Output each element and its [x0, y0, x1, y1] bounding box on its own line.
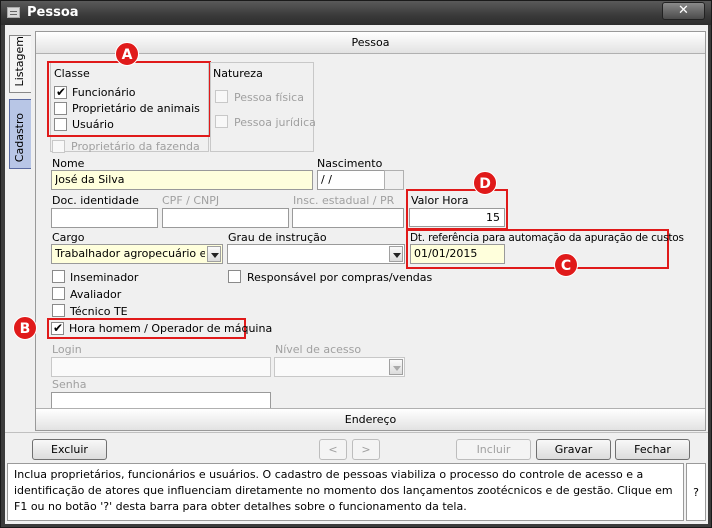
login-input[interactable] [51, 357, 271, 377]
insc-estadual-label: Insc. estadual / PR [293, 194, 395, 207]
callout-b: B [13, 316, 37, 340]
previous-button[interactable]: < [319, 439, 347, 460]
dt-referencia-input[interactable]: 01/01/2015 [410, 244, 505, 264]
cargo-value: Trabalhador agropecuário em g [55, 247, 205, 260]
window-client: Listagem Cadastro Pessoa Classe ✔ Funcio… [5, 25, 708, 524]
calendar-button[interactable] [384, 170, 404, 190]
separator [5, 432, 708, 433]
cargo-label: Cargo [52, 231, 85, 244]
nascimento-label: Nascimento [317, 157, 383, 170]
responsavel-compras-label: Responsável por compras/vendas [247, 271, 433, 284]
insc-estadual-input[interactable] [292, 208, 404, 228]
grau-instrucao-select[interactable] [227, 244, 405, 264]
senha-label: Senha [52, 378, 87, 391]
pessoa-juridica-checkbox[interactable] [215, 115, 228, 128]
nascimento-value: / / [321, 173, 332, 186]
fechar-button[interactable]: Fechar [615, 439, 690, 460]
callout-c: C [554, 253, 578, 277]
natureza-title: Natureza [213, 67, 263, 80]
incluir-button[interactable]: Incluir [456, 439, 531, 460]
help-text: Inclua proprietários, funcionários e usu… [7, 463, 684, 521]
cargo-dropdown-icon[interactable] [207, 246, 221, 262]
pessoa-juridica-label: Pessoa jurídica [234, 116, 316, 129]
window-icon [7, 7, 20, 18]
excluir-button[interactable]: Excluir [32, 439, 107, 460]
nivel-acesso-select[interactable] [274, 357, 405, 377]
hora-homem-checkbox[interactable]: ✔ [51, 321, 64, 335]
avaliador-label: Avaliador [70, 288, 122, 301]
valor-hora-label: Valor Hora [411, 194, 469, 207]
highlight-a [47, 61, 211, 137]
pessoa-panel: Pessoa Classe ✔ Funcionário Proprietário… [13, 31, 706, 431]
valor-hora-input[interactable]: 15 [409, 208, 505, 227]
grau-dropdown-icon[interactable] [389, 246, 403, 262]
avaliador-checkbox[interactable] [52, 287, 65, 300]
pessoa-window: Pessoa ✕ Listagem Cadastro Pessoa Classe… [0, 0, 712, 528]
login-label: Login [52, 343, 82, 356]
pessoa-fisica-checkbox[interactable] [215, 90, 228, 103]
cpf-cnpj-input[interactable] [162, 208, 289, 228]
close-button[interactable]: ✕ [662, 2, 705, 20]
tab-cadastro[interactable]: Cadastro [9, 99, 31, 169]
nome-value: José da Silva [55, 173, 125, 186]
tab-listagem-label: Listagem [13, 35, 26, 86]
tab-cadastro-label: Cadastro [13, 112, 26, 162]
next-button[interactable]: > [352, 439, 380, 460]
nivel-dropdown-icon[interactable] [389, 359, 403, 375]
inseminador-label: Inseminador [70, 271, 139, 284]
form-area: Classe ✔ Funcionário Proprietário de ani… [13, 42, 705, 412]
hora-homem-label: Hora homem / Operador de máquina [69, 322, 273, 335]
help-button[interactable]: ? [686, 463, 706, 521]
doc-identidade-input[interactable] [51, 208, 158, 228]
callout-a: A [115, 42, 139, 66]
check-mark-icon: ✔ [53, 321, 64, 335]
title-bar[interactable]: Pessoa ✕ [1, 1, 711, 25]
tab-listagem[interactable]: Listagem [9, 35, 31, 93]
cargo-select[interactable]: Trabalhador agropecuário em g [51, 244, 223, 264]
grau-instrucao-label: Grau de instrução [228, 231, 327, 244]
dt-referencia-label: Dt. referência para automação da apuraçã… [410, 232, 684, 244]
window-title: Pessoa [27, 5, 79, 20]
callout-d: D [473, 171, 497, 195]
nivel-acesso-label: Nível de acesso [275, 343, 362, 356]
doc-identidade-label: Doc. identidade [52, 194, 139, 207]
tecnico-te-label: Técnico TE [70, 305, 128, 318]
gravar-button[interactable]: Gravar [536, 439, 611, 460]
responsavel-compras-checkbox[interactable] [228, 270, 241, 283]
inseminador-checkbox[interactable] [52, 270, 65, 283]
nome-input[interactable]: José da Silva [51, 170, 313, 190]
valor-hora-value: 15 [486, 211, 500, 224]
dt-referencia-value: 01/01/2015 [414, 247, 478, 260]
proprietario-fazenda-label: Proprietário da fazenda [71, 140, 200, 153]
proprietario-fazenda-checkbox[interactable] [52, 140, 65, 153]
pessoa-fisica-label: Pessoa física [234, 91, 304, 104]
tecnico-te-checkbox[interactable] [52, 304, 65, 317]
nome-label: Nome [52, 157, 85, 170]
cpf-cnpj-label: CPF / CNPJ [162, 194, 220, 207]
panel-footer-endereco[interactable]: Endereço [36, 408, 705, 430]
